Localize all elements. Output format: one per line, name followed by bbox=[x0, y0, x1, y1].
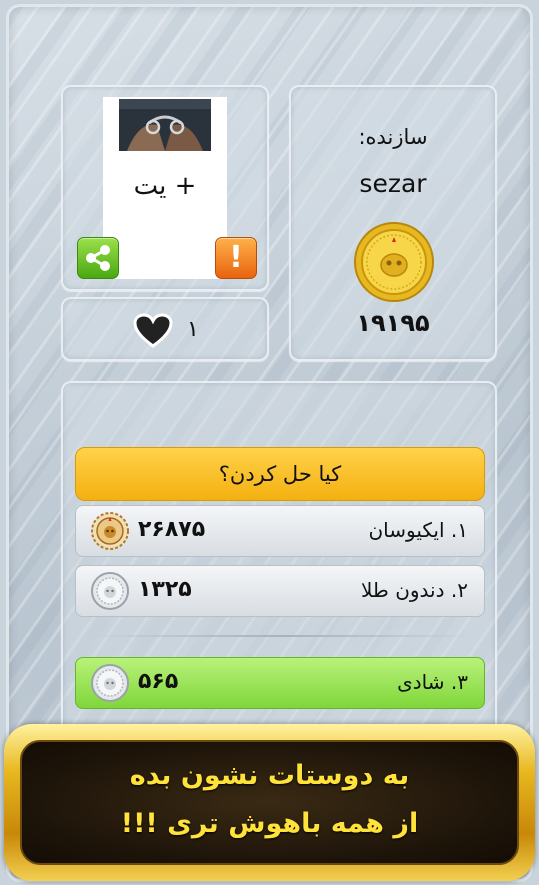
creator-name[interactable]: sezar bbox=[291, 169, 495, 198]
solver-score: ۲۶۸۷۵ bbox=[138, 517, 206, 542]
puzzle-image bbox=[119, 99, 211, 151]
exclamation-icon: ! bbox=[229, 240, 243, 275]
solvers-header: کیا حل کردن؟ bbox=[75, 447, 485, 501]
creator-panel: سازنده: sezar ۱۹۱۹۵ bbox=[289, 85, 497, 361]
silver-coin-icon bbox=[91, 572, 129, 610]
share-icon bbox=[86, 245, 110, 271]
solver-score: ۱۳۲۵ bbox=[138, 577, 192, 602]
puzzle-panel: + یت ! bbox=[61, 85, 269, 291]
banner-inner: به دوستات نشون بده از همه باهوش تری !!! bbox=[20, 740, 519, 865]
heart-icon[interactable] bbox=[133, 313, 173, 349]
banner-line-1: به دوستات نشون بده bbox=[129, 760, 410, 791]
creator-label: سازنده: bbox=[358, 125, 428, 149]
solver-row[interactable]: ۱۳۲۵ ۲. دندون طلا bbox=[75, 565, 485, 617]
likes-panel: ۱ bbox=[61, 297, 269, 361]
report-button[interactable]: ! bbox=[215, 237, 257, 279]
puzzle-card[interactable]: + یت bbox=[103, 97, 227, 279]
solver-name: ۲. دندون طلا bbox=[361, 578, 468, 602]
gold-coin-icon bbox=[354, 222, 434, 302]
likes-count: ۱ bbox=[187, 317, 199, 342]
share-button[interactable] bbox=[77, 237, 119, 279]
silver-coin-icon bbox=[91, 664, 129, 702]
solver-name: ۱. ایکیوسان bbox=[368, 518, 468, 542]
solver-name: ۳. شادی bbox=[397, 670, 468, 694]
puzzle-text: + یت bbox=[133, 171, 197, 201]
banner-line-2: از همه باهوش تری !!! bbox=[120, 808, 419, 839]
solver-score: ۵۶۵ bbox=[138, 669, 179, 694]
divider bbox=[91, 635, 471, 637]
bronze-medal-icon bbox=[91, 512, 129, 550]
solver-row[interactable]: ۲۶۸۷۵ ۱. ایکیوسان bbox=[75, 505, 485, 557]
solver-row-current-user[interactable]: ۵۶۵ ۳. شادی bbox=[75, 657, 485, 709]
share-banner[interactable]: به دوستات نشون بده از همه باهوش تری !!! bbox=[4, 724, 535, 881]
creator-score: ۱۹۱۹۵ bbox=[356, 309, 430, 337]
solvers-panel: کیا حل کردن؟ ۲۶۸۷۵ ۱. ایکیوسان ۱۳۲۵ ۲. د… bbox=[61, 381, 497, 741]
